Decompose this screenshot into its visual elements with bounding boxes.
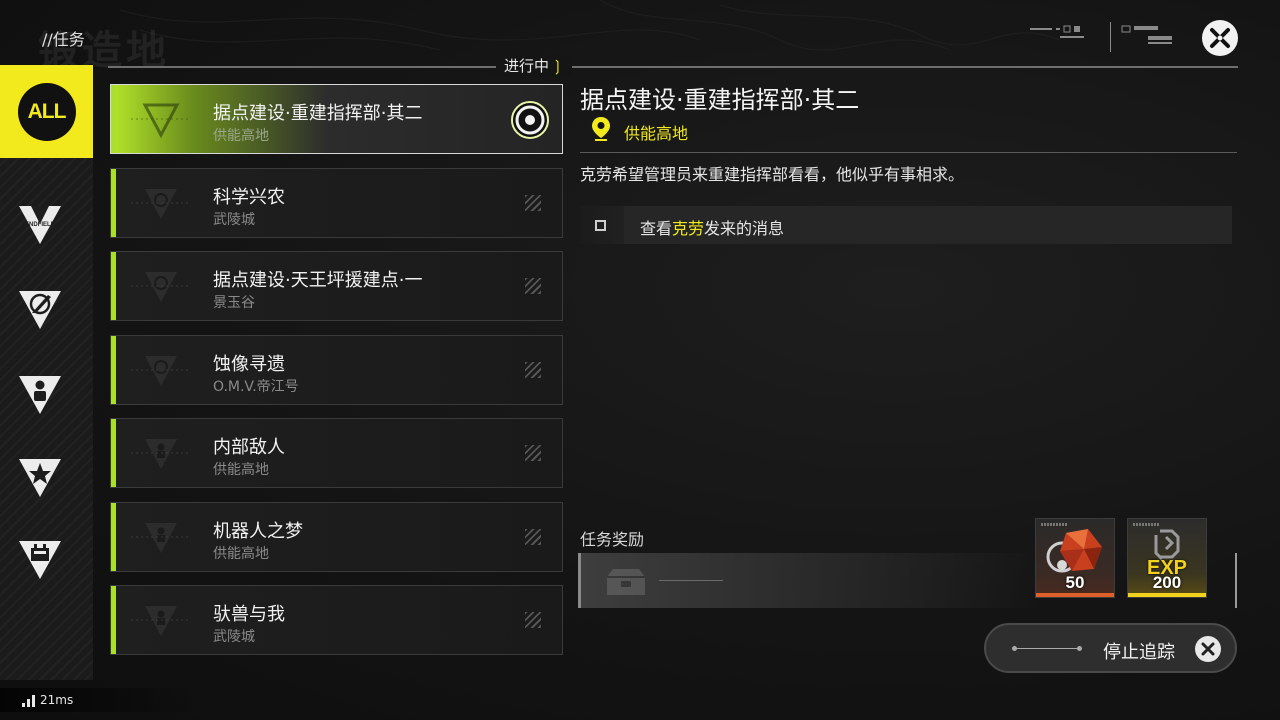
- battery-icon: [19, 541, 61, 579]
- objective-checkbox: [595, 220, 606, 231]
- quest-title: 据点建设·天王坪援建点·一: [213, 270, 423, 291]
- quest-card[interactable]: 驮兽与我 武陵城: [110, 585, 563, 655]
- objective-row: 查看克劳发来的消息: [580, 206, 1232, 244]
- stop-tracking-x: [1195, 636, 1221, 662]
- blade-icon: [131, 272, 191, 302]
- blade-icon: [131, 189, 191, 219]
- quest-title: 据点建设·重建指挥部·其二: [213, 103, 423, 124]
- blade-icon: [19, 291, 61, 329]
- rarity-bar: [1128, 593, 1206, 597]
- quest-accent-bar: [111, 586, 116, 654]
- reward-strip: [578, 553, 1038, 608]
- quest-location: 武陵城: [213, 629, 255, 645]
- reward-quantity: 200: [1152, 573, 1182, 592]
- blade-icon: [131, 103, 191, 139]
- breadcrumb: //任务: [42, 30, 85, 49]
- quest-location: 景玉谷: [213, 295, 255, 311]
- objective-text: 查看克劳发来的消息: [640, 215, 784, 239]
- objective-suffix: 发来的消息: [704, 219, 785, 238]
- exp-reward[interactable]: EXP 200: [1127, 518, 1207, 598]
- person-icon: [19, 376, 61, 414]
- quest-accent-bar: [111, 336, 116, 404]
- reward-strip-end: [1235, 553, 1237, 608]
- quest-detail-location: 供能高地: [624, 124, 689, 143]
- close-button[interactable]: [1202, 20, 1238, 56]
- endfield-logo-text: ENDFIELD: [25, 222, 56, 228]
- person-icon: [131, 523, 191, 553]
- ping-readout: 21ms: [40, 693, 74, 707]
- filter-all-button[interactable]: ALL: [0, 65, 93, 158]
- signal-icon: [22, 695, 35, 707]
- star-icon: [19, 459, 61, 497]
- objective-highlight: 克劳: [672, 219, 705, 238]
- stop-tracking-button[interactable]: 停止追踪: [984, 623, 1237, 673]
- filter-sidebar: ALL ENDFIELD: [0, 65, 93, 680]
- quest-card[interactable]: 据点建设·重建指挥部·其二 供能高地: [110, 84, 563, 154]
- button-decor-line: [1012, 646, 1082, 651]
- card-hatch-decoration: [525, 278, 541, 294]
- reward-strip-line: [659, 580, 723, 581]
- detail-divider: [580, 152, 1237, 153]
- stop-tracking-label: 停止追踪: [1103, 642, 1175, 663]
- filter-person-button[interactable]: [0, 355, 80, 435]
- quest-accent-bar: [111, 85, 116, 153]
- quest-location: 供能高地: [213, 128, 269, 144]
- quest-title: 驮兽与我: [213, 604, 285, 625]
- filter-endfield-button[interactable]: ENDFIELD: [0, 185, 80, 265]
- filter-star-button[interactable]: [0, 438, 80, 518]
- supply-box-icon: [607, 569, 645, 595]
- quest-card[interactable]: 蚀像寻遗 O.M.V.帝江号: [110, 335, 563, 405]
- reward-quantity: 50: [1065, 573, 1085, 592]
- tracking-target-icon: [511, 101, 549, 139]
- location-pin-icon: [592, 117, 610, 141]
- quest-title: 内部敌人: [213, 437, 285, 458]
- all-badge: ALL: [17, 82, 76, 141]
- card-hatch-decoration: [525, 195, 541, 211]
- blade-icon: [131, 356, 191, 386]
- quest-screen: 锻造地 //任务 进行中 ❳ ALL ENDFIELD 据点建设·重建指挥部·其…: [0, 0, 1280, 720]
- card-hatch-decoration: [525, 445, 541, 461]
- quest-accent-bar: [111, 419, 116, 487]
- card-hatch-decoration: [525, 529, 541, 545]
- quest-location: 供能高地: [213, 462, 269, 478]
- quest-location: 供能高地: [213, 546, 269, 562]
- card-hatch-decoration: [525, 612, 541, 628]
- quest-location: 武陵城: [213, 212, 255, 228]
- quest-title: 机器人之梦: [213, 521, 303, 542]
- quest-title: 科学兴农: [213, 187, 285, 208]
- objective-prefix: 查看: [640, 219, 673, 238]
- quest-card[interactable]: 科学兴农 武陵城: [110, 168, 563, 238]
- in-progress-label: 进行中: [504, 57, 550, 75]
- filter-blade-button[interactable]: [0, 270, 80, 350]
- quest-title: 蚀像寻遗: [213, 354, 285, 375]
- person-icon: [131, 439, 191, 469]
- quest-location: O.M.V.帝江号: [213, 379, 299, 395]
- quest-description: 克劳希望管理员来重建指挥部看看，他似乎有事相求。: [580, 165, 965, 184]
- quest-card[interactable]: 内部敌人 供能高地: [110, 418, 563, 488]
- quest-accent-bar: [111, 503, 116, 571]
- reward-section-label: 任务奖励: [580, 530, 645, 549]
- quest-detail-title: 据点建设·重建指挥部·其二: [580, 86, 860, 114]
- crystal-reward[interactable]: 50: [1035, 518, 1115, 598]
- filter-battery-button[interactable]: [0, 520, 80, 600]
- in-progress-tag: 进行中 ❳: [496, 55, 572, 76]
- hud-decoration: [1030, 22, 1172, 52]
- close-icon: [1201, 642, 1215, 656]
- quest-accent-bar: [111, 169, 116, 237]
- quest-card[interactable]: 据点建设·天王坪援建点·一 景玉谷: [110, 251, 563, 321]
- bracket-mark: ❳: [551, 57, 564, 75]
- quest-card[interactable]: 机器人之梦 供能高地: [110, 502, 563, 572]
- endfield-icon: ENDFIELD: [19, 206, 61, 244]
- person-icon: [131, 606, 191, 636]
- close-icon: [1210, 28, 1230, 48]
- quest-accent-bar: [111, 252, 116, 320]
- rarity-bar: [1036, 593, 1114, 597]
- card-hatch-decoration: [525, 362, 541, 378]
- header-divider: [108, 66, 1238, 68]
